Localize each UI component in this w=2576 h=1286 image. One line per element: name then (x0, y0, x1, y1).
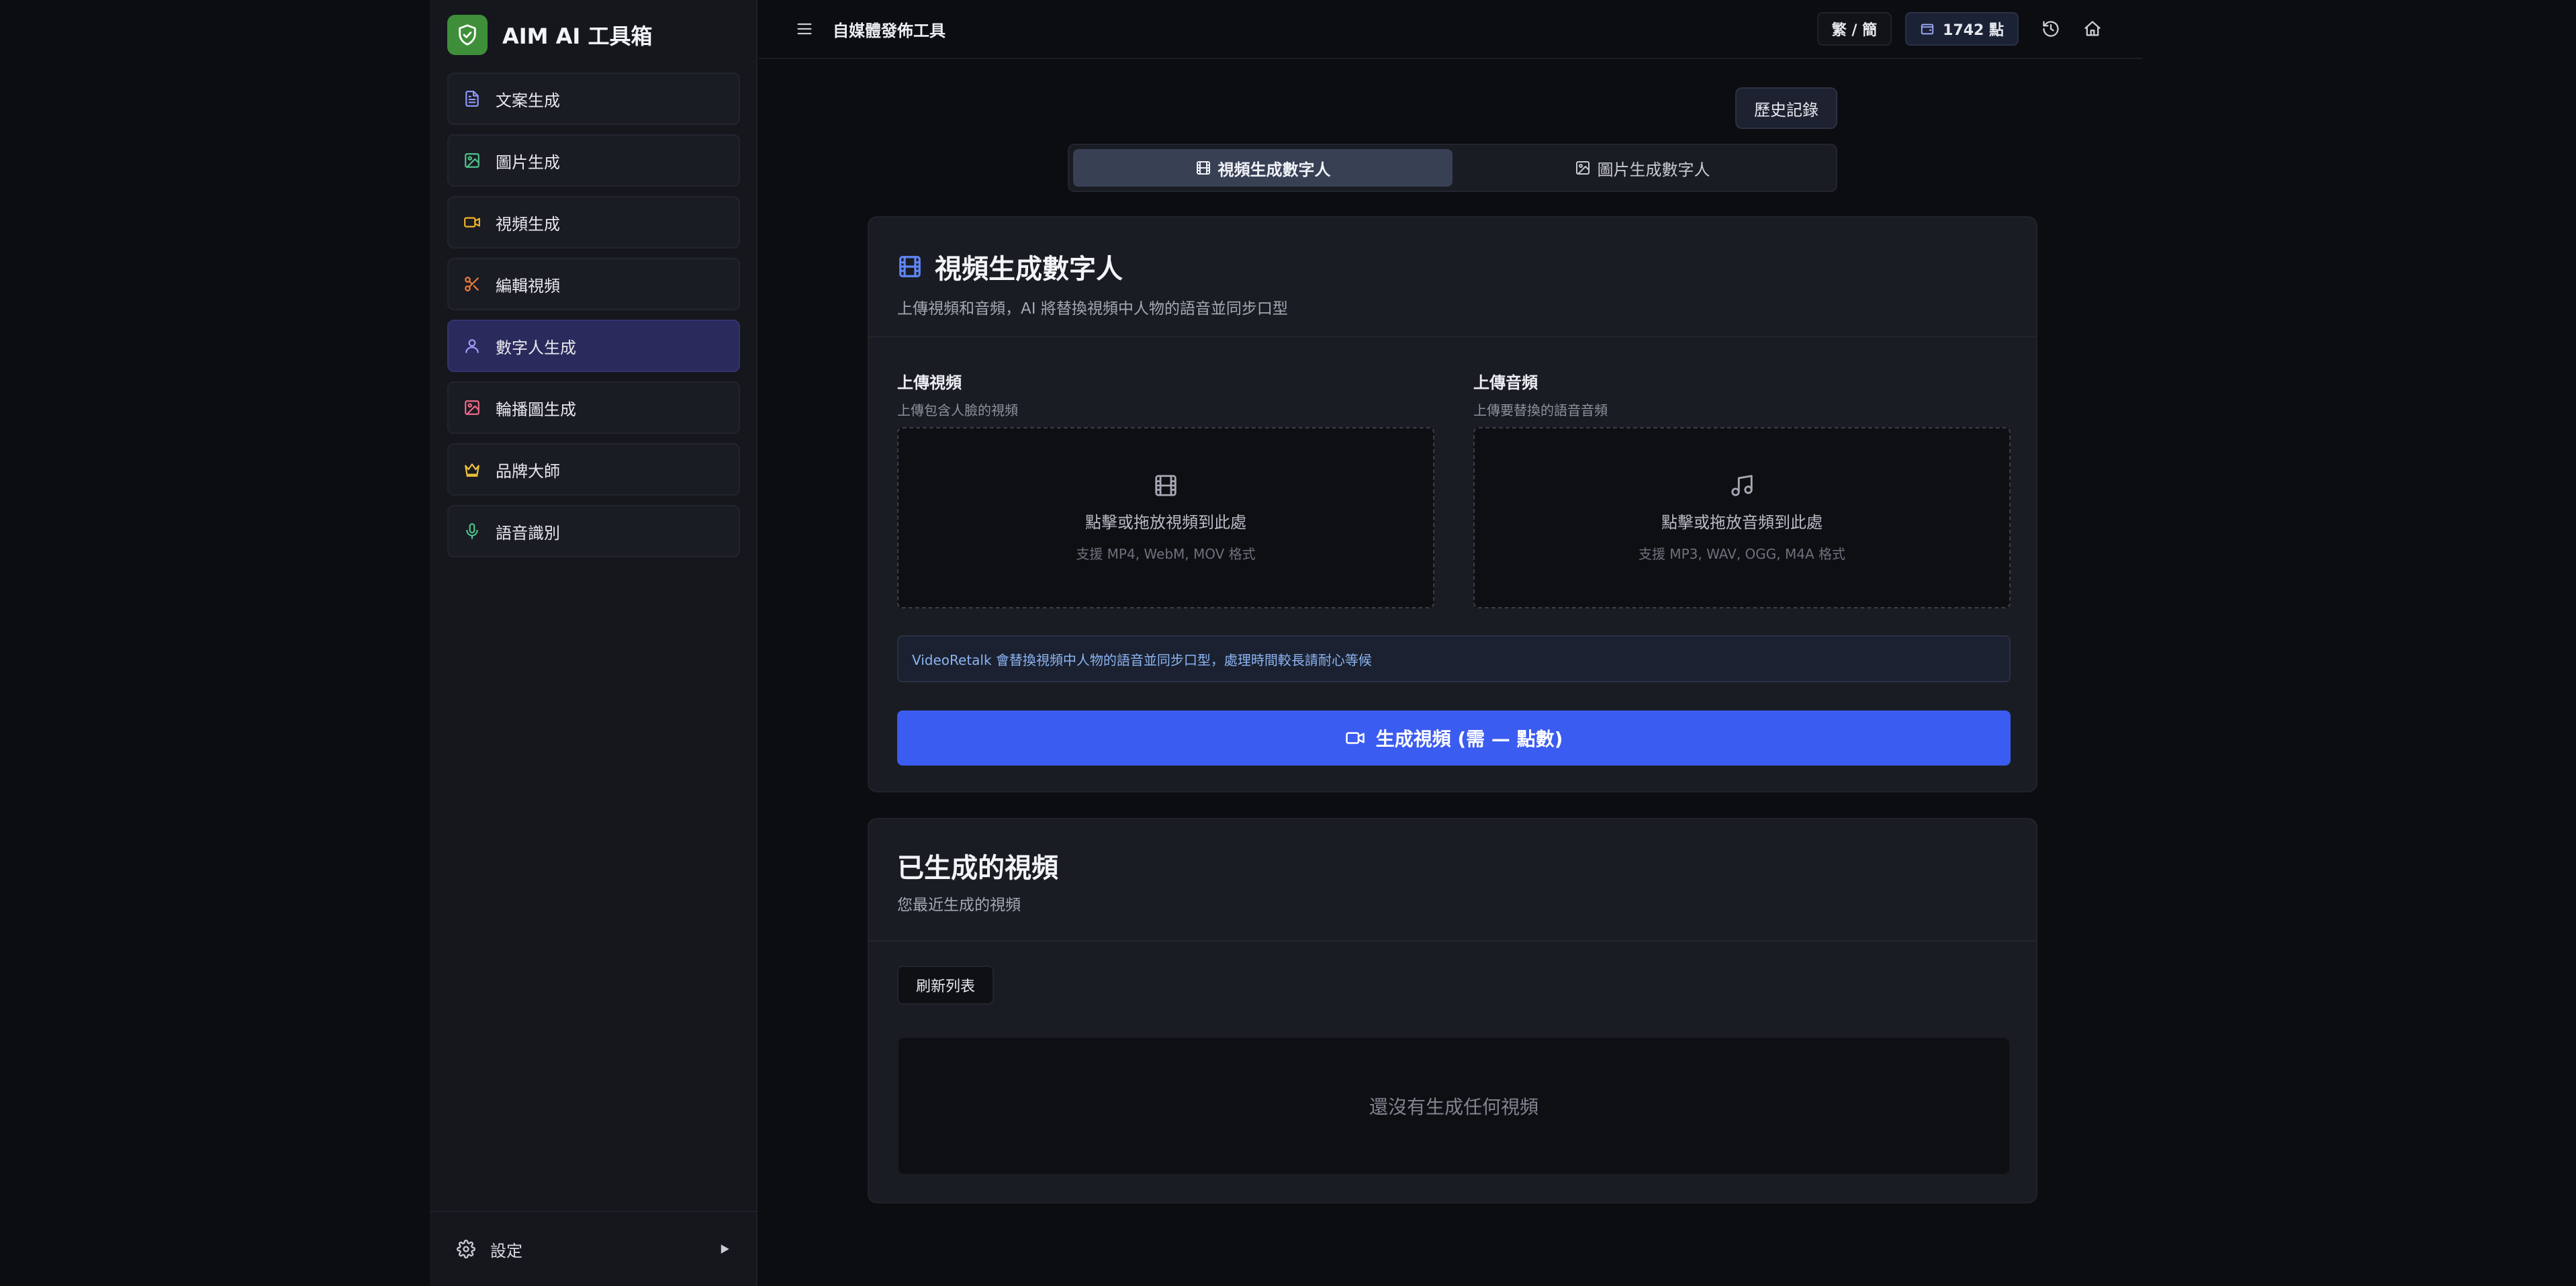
image-icon (1575, 161, 1590, 175)
document-icon (465, 91, 479, 107)
tab-label: 圖片生成數字人 (1597, 160, 1710, 179)
language-toggle-button[interactable]: 繁 / 簡 (1816, 12, 1892, 46)
upload-video-group: 上傳視頻 上傳包含人臉的視頻 點擊或拖放視頻到此處 支援 MP4, WebM, … (897, 369, 1434, 608)
history-icon[interactable] (2041, 19, 2060, 38)
video-icon (464, 217, 480, 228)
sidebar-item-label: 編輯視頻 (496, 276, 560, 295)
image-icon (465, 153, 479, 168)
mode-tabs: 視頻生成數字人 圖片生成數字人 (1068, 144, 1837, 192)
sidebar: AIM AI 工具箱 文案生成 圖片生成 視頻生成 編輯視頻 數字人生成 輪播圖… (430, 0, 757, 1286)
user-icon (465, 339, 479, 353)
upload-audio-label: 上傳音頻 (1473, 373, 1538, 392)
sidebar-item-label: 數字人生成 (496, 338, 576, 357)
film-icon (1155, 475, 1177, 496)
card-header: 已生成的視頻 您最近生成的視頻 (869, 819, 2036, 941)
video-formats: 支援 MP4, WebM, MOV 格式 (1076, 546, 1256, 562)
card-header: 視頻生成數字人 上傳視頻和音頻，AI 將替換視頻中人物的語音並同步口型 (869, 218, 2036, 337)
microphone-icon (466, 523, 478, 539)
page-title: 自媒體發佈工具 (833, 21, 946, 40)
menu-icon[interactable] (795, 19, 814, 38)
generated-title: 已生成的視頻 (897, 853, 1058, 884)
sidebar-item-edit-video[interactable]: 編輯視頻 (447, 258, 740, 310)
generate-video-button[interactable]: 生成視頻 (需 — 點數) (897, 710, 2011, 766)
sidebar-item-speech-recognition[interactable]: 語音識別 (447, 505, 740, 557)
points-value: 1742 點 (1943, 22, 2004, 39)
sidebar-item-label: 輪播圖生成 (496, 400, 576, 419)
sidebar-item-label: 語音識別 (496, 523, 560, 543)
video-drop-text: 點擊或拖放視頻到此處 (1085, 513, 1246, 532)
tab-label: 視頻生成數字人 (1217, 160, 1331, 179)
sidebar-item-label: 文案生成 (496, 91, 560, 110)
music-note-icon (1731, 475, 1753, 496)
info-notice: VideoRetalk 會替換視頻中人物的語音並同步口型，處理時間較長請耐心等候 (897, 635, 2011, 682)
topbar: 自媒體發佈工具 繁 / 簡 1742 點 (759, 0, 2142, 59)
generated-videos-card: 已生成的視頻 您最近生成的視頻 刷新列表 還沒有生成任何視頻 (868, 818, 2037, 1203)
play-triangle-icon (721, 1244, 729, 1254)
scissors-icon (465, 277, 479, 291)
sidebar-item-digital-human[interactable]: 數字人生成 (447, 320, 740, 372)
image-icon (465, 400, 479, 415)
topbar-actions: 繁 / 簡 1742 點 (1816, 12, 2102, 46)
crown-icon (465, 463, 479, 477)
audio-drop-text: 點擊或拖放音頻到此處 (1661, 513, 1823, 532)
film-icon (899, 256, 921, 277)
sidebar-item-label: 品牌大師 (496, 461, 560, 481)
generated-subtitle: 您最近生成的視頻 (897, 897, 1021, 914)
upload-video-label: 上傳視頻 (897, 373, 962, 392)
generate-button-label: 生成視頻 (需 — 點數) (1375, 728, 1563, 750)
sidebar-item-brand-master[interactable]: 品牌大師 (447, 443, 740, 496)
upload-audio-hint: 上傳要替換的語音音頻 (1473, 402, 1608, 418)
section-title: 視頻生成數字人 (897, 247, 2008, 286)
points-badge[interactable]: 1742 點 (1905, 12, 2019, 46)
home-icon[interactable] (2083, 19, 2102, 38)
upload-video-hint: 上傳包含人臉的視頻 (897, 402, 1018, 418)
app-title: AIM AI 工具箱 (502, 24, 653, 49)
upload-row: 上傳視頻 上傳包含人臉的視頻 點擊或拖放視頻到此處 支援 MP4, WebM, … (897, 369, 2011, 608)
sidebar-item-label: 圖片生成 (496, 152, 560, 172)
sidebar-item-label: 視頻生成 (496, 214, 560, 234)
video-icon (1345, 732, 1365, 744)
settings-label: 設定 (490, 1241, 522, 1260)
tab-video-digital-human[interactable]: 視頻生成數字人 (1073, 149, 1453, 187)
settings-button[interactable]: 設定 (430, 1211, 757, 1286)
sidebar-item-image[interactable]: 圖片生成 (447, 134, 740, 187)
audio-formats: 支援 MP3, WAV, OGG, M4A 格式 (1638, 546, 1846, 562)
section-subtitle: 上傳視頻和音頻，AI 將替換視頻中人物的語音並同步口型 (897, 300, 1288, 318)
wallet-icon (1921, 24, 1934, 35)
tab-image-digital-human[interactable]: 圖片生成數字人 (1453, 149, 1832, 187)
video-digital-human-card: 視頻生成數字人 上傳視頻和音頻，AI 將替換視頻中人物的語音並同步口型 上傳視頻… (868, 216, 2037, 792)
video-dropzone[interactable]: 點擊或拖放視頻到此處 支援 MP4, WebM, MOV 格式 (897, 427, 1434, 608)
audio-dropzone[interactable]: 點擊或拖放音頻到此處 支援 MP3, WAV, OGG, M4A 格式 (1473, 427, 2011, 608)
gear-icon (457, 1240, 475, 1258)
history-button[interactable]: 歷史記錄 (1735, 87, 1837, 129)
sidebar-nav: 文案生成 圖片生成 視頻生成 編輯視頻 數字人生成 輪播圖生成 品牌大師 語音識… (447, 73, 740, 567)
section-title-text: 視頻生成數字人 (935, 254, 1123, 285)
sidebar-item-video[interactable]: 視頻生成 (447, 196, 740, 248)
shield-check-icon (447, 15, 488, 55)
brand: AIM AI 工具箱 (447, 15, 652, 55)
upload-audio-group: 上傳音頻 上傳要替換的語音音頻 點擊或拖放音頻到此處 支援 MP3, WAV, … (1473, 369, 2011, 608)
refresh-list-button[interactable]: 刷新列表 (897, 966, 995, 1005)
sidebar-item-copywriting[interactable]: 文案生成 (447, 73, 740, 125)
film-icon (1196, 161, 1210, 175)
sidebar-item-carousel[interactable]: 輪播圖生成 (447, 381, 740, 434)
empty-state: 還沒有生成任何視頻 (897, 1037, 2011, 1175)
